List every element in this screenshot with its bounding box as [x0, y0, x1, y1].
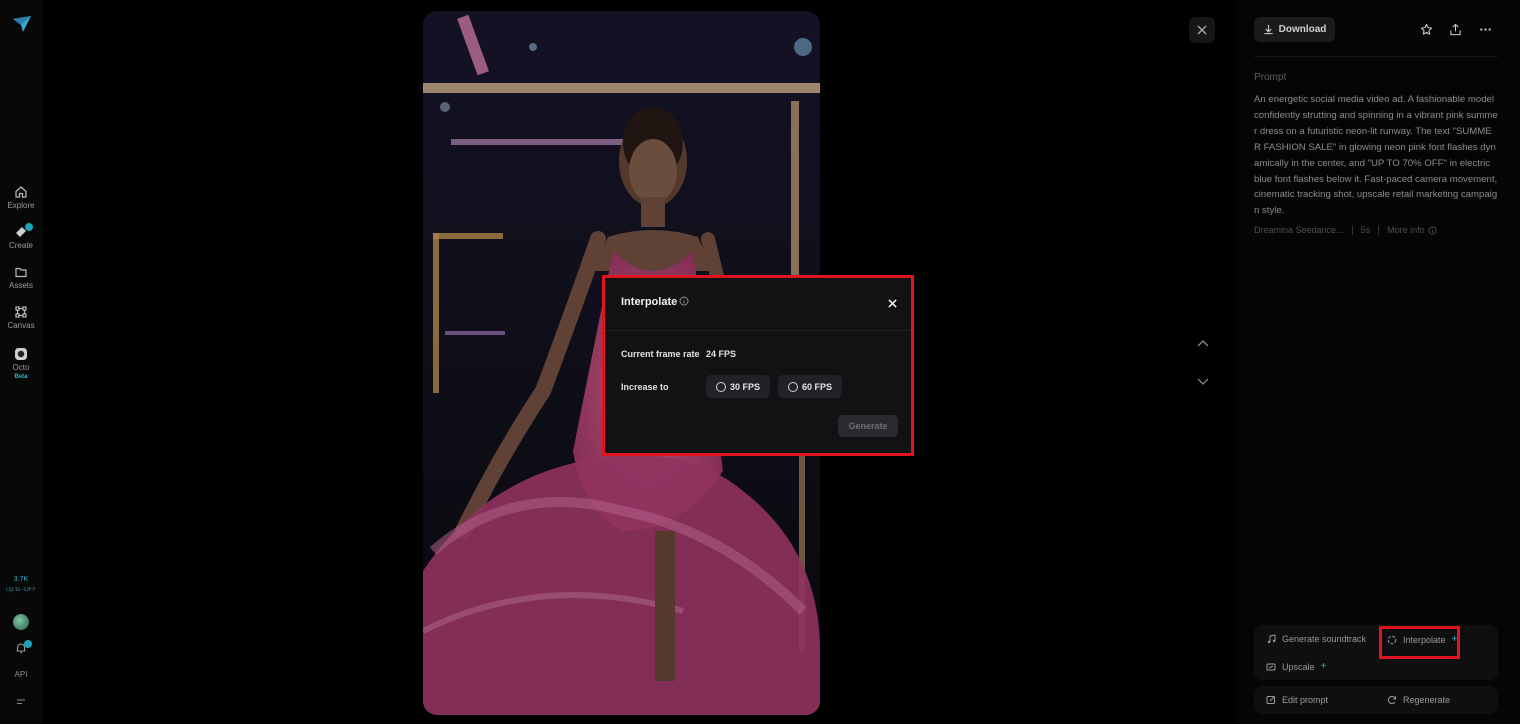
- upscale-button[interactable]: Upscale +: [1266, 661, 1326, 672]
- meta-separator: [1378, 225, 1380, 235]
- chevron-up-icon: [1197, 340, 1209, 347]
- nav-create-label: Create: [8, 241, 33, 250]
- interpolate-icon: [1387, 635, 1397, 644]
- download-button[interactable]: Download: [1254, 17, 1335, 42]
- api-link[interactable]: API: [0, 670, 42, 679]
- close-icon: [887, 298, 897, 308]
- prompt-text: An energetic social media video ad. A fa…: [1254, 94, 1498, 217]
- current-frame-rate-label: Current frame rate: [621, 349, 700, 359]
- menu-button[interactable]: [0, 695, 42, 709]
- logo-icon[interactable]: [12, 14, 32, 34]
- increase-to-label: Increase to: [621, 382, 669, 392]
- beta-badge: Beta: [14, 374, 28, 380]
- close-icon: [1197, 25, 1207, 35]
- credits-value: 3.7K: [13, 576, 29, 583]
- regenerate-label: Regenerate: [1403, 695, 1451, 705]
- share-icon: [1449, 23, 1461, 35]
- next-button[interactable]: [1194, 372, 1212, 390]
- nav-explore-label: Explore: [7, 201, 35, 210]
- home-icon: [15, 186, 27, 198]
- plus-icon: +: [1320, 661, 1327, 672]
- close-viewer-button[interactable]: [1189, 17, 1215, 43]
- edit-prompt-label: Edit prompt: [1282, 695, 1329, 705]
- download-label: Download: [1278, 24, 1327, 35]
- dialog-close-button[interactable]: [885, 296, 899, 310]
- chevron-down-icon: [1197, 378, 1209, 385]
- star-icon: [1420, 23, 1432, 35]
- upscale-icon: [1266, 663, 1276, 670]
- notifications[interactable]: [0, 640, 42, 655]
- info-icon[interactable]: [679, 296, 689, 306]
- fps-option-30[interactable]: 30 FPS: [706, 375, 770, 398]
- duration: 5s: [1360, 225, 1371, 235]
- more-icon: [1479, 27, 1491, 31]
- nav-octo[interactable]: Octo Beta: [0, 347, 42, 380]
- radio-button[interactable]: [715, 381, 726, 392]
- generate-button[interactable]: Generate: [838, 415, 898, 437]
- upscale-label: Upscale: [1282, 661, 1315, 672]
- generation-meta: Dreamina Seedance... 5s More info: [1254, 225, 1437, 235]
- more-options-button[interactable]: [1475, 19, 1495, 39]
- music-note-icon: [1267, 634, 1276, 644]
- plus-icon: +: [1451, 634, 1458, 645]
- meta-separator: [1351, 225, 1353, 235]
- menu-icon: [17, 699, 25, 705]
- nav-canvas[interactable]: Canvas: [0, 305, 42, 330]
- interpolate-dialog: Interpolate Current frame rate 24 FPS In…: [605, 278, 912, 453]
- interpolate-label: Interpolate: [1403, 634, 1446, 645]
- fps-option-label: 30 FPS: [729, 381, 760, 392]
- avatar[interactable]: [13, 614, 29, 630]
- edit-icon: [1266, 696, 1275, 704]
- download-icon: [1263, 24, 1273, 35]
- model-name: Dreamina Seedance...: [1254, 225, 1344, 235]
- canvas-icon: [15, 306, 27, 318]
- notification-badge: [24, 640, 32, 648]
- generate-soundtrack-button[interactable]: Generate soundtrack: [1266, 634, 1366, 644]
- nav-assets[interactable]: Assets: [0, 265, 42, 290]
- folder-icon: [15, 267, 27, 278]
- share-button[interactable]: [1445, 19, 1465, 39]
- create-badge: [25, 223, 33, 231]
- nav-explore[interactable]: Explore: [0, 185, 42, 210]
- nav-assets-label: Assets: [8, 281, 33, 290]
- prompt-label: Prompt: [1254, 72, 1287, 83]
- info-icon: [1428, 225, 1437, 235]
- radio-button[interactable]: [787, 381, 798, 392]
- left-sidebar: Explore Create Assets Canvas Octo Beta 3…: [0, 0, 42, 724]
- edit-prompt-button[interactable]: Edit prompt: [1266, 695, 1328, 705]
- nav-create[interactable]: Create: [0, 223, 42, 250]
- nav-octo-label: Octo: [12, 363, 30, 372]
- credits-widget[interactable]: 3.7K Up to -OFF: [0, 574, 42, 596]
- credits-subtext: Up to -OFF: [5, 587, 36, 593]
- favorite-button[interactable]: [1416, 19, 1436, 39]
- more-info-link[interactable]: More info: [1387, 225, 1437, 235]
- nav-canvas-label: Canvas: [7, 321, 35, 330]
- panel-divider: [1254, 56, 1498, 57]
- fps-option-label: 60 FPS: [801, 381, 832, 392]
- regenerate-button[interactable]: Regenerate: [1387, 695, 1450, 705]
- previous-button[interactable]: [1194, 335, 1212, 353]
- dialog-title: Interpolate: [621, 296, 678, 308]
- fps-option-60[interactable]: 60 FPS: [778, 375, 842, 398]
- dialog-divider: [605, 330, 912, 331]
- current-frame-rate-value: 24 FPS: [706, 349, 737, 359]
- more-info-label: More info: [1387, 225, 1425, 235]
- interpolate-button[interactable]: Interpolate +: [1387, 634, 1457, 645]
- refresh-icon: [1387, 695, 1396, 705]
- generate-soundtrack-label: Generate soundtrack: [1282, 634, 1367, 644]
- octo-icon: [15, 348, 27, 360]
